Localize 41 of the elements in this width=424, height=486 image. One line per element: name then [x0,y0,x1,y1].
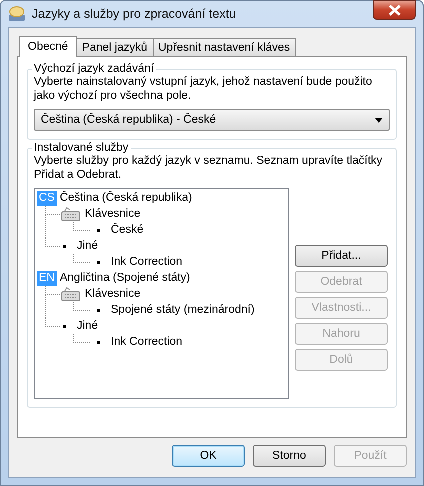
close-icon [388,4,400,16]
tree-item[interactable]: Jiné [77,320,98,332]
bullet-icon [63,324,66,328]
dialog-button[interactable]: OK [172,445,245,467]
services-tree[interactable]: CS Čeština (Česká republika) Klávesnice České Jiné Ink Correction EN Angličtina (Spojené státy) Klávesnice Spojené státy (mezinárodní) Jiné Ink Correction [34,188,289,399]
tree-item[interactable]: České [111,224,144,236]
bullet-icon [97,260,100,264]
bullet-icon [97,228,100,232]
description-text: Vyberte nainstalovaný vstupní jazyk, jehož nastavení bude použito jako výchozí pro všechna pole. [34,75,374,103]
tree-item[interactable]: Ink Correction [111,336,183,348]
dropdown-arrow-icon [375,118,383,122]
close-button[interactable] [373,0,416,20]
window-title: Jazyky a služby pro zpracování textu [32,7,238,21]
tree-item[interactable]: Jiné [77,240,98,252]
group-label: Instalované služby [33,142,130,154]
tree-connector-line [73,334,90,343]
tree-connector-line [73,222,90,231]
keyboard-icon [61,206,81,222]
tree-item[interactable]: Ink Correction [111,256,183,268]
language-badge: CS [37,190,57,206]
side-button[interactable]: Přidat... [295,245,388,267]
tree-item[interactable]: Čeština (Česká republika) [60,192,192,204]
group-label: Výchozí jazyk zadávání [33,63,156,75]
tree-connector-line [73,302,90,311]
description-text: Vyberte služby pro každý jazyk v seznamu. Seznam upravíte tlačítky Přidat a Odebrat. [34,154,384,182]
language-dropdown[interactable]: Čeština (Česká republika) - České [34,109,390,131]
tree-item[interactable]: Angličtina (Spojené státy) [60,272,190,284]
bullet-icon [97,340,100,344]
language-badge: EN [37,270,57,286]
text-services-icon [8,6,26,22]
tree-connector-line [73,254,90,263]
tab[interactable]: Obecné [19,36,78,57]
tab[interactable]: Panel jazyků [76,38,154,56]
bullet-icon [97,308,100,312]
bullet-icon [63,244,66,248]
dialog-button[interactable]: Storno [253,445,326,467]
tree-item[interactable]: Spojené státy (mezinárodní) [111,304,255,316]
keyboard-icon [61,286,81,302]
tree-item[interactable]: Klávesnice [85,288,141,300]
tab[interactable]: Upřesnit nastavení kláves [152,38,296,56]
tree-item[interactable]: Klávesnice [85,208,141,220]
